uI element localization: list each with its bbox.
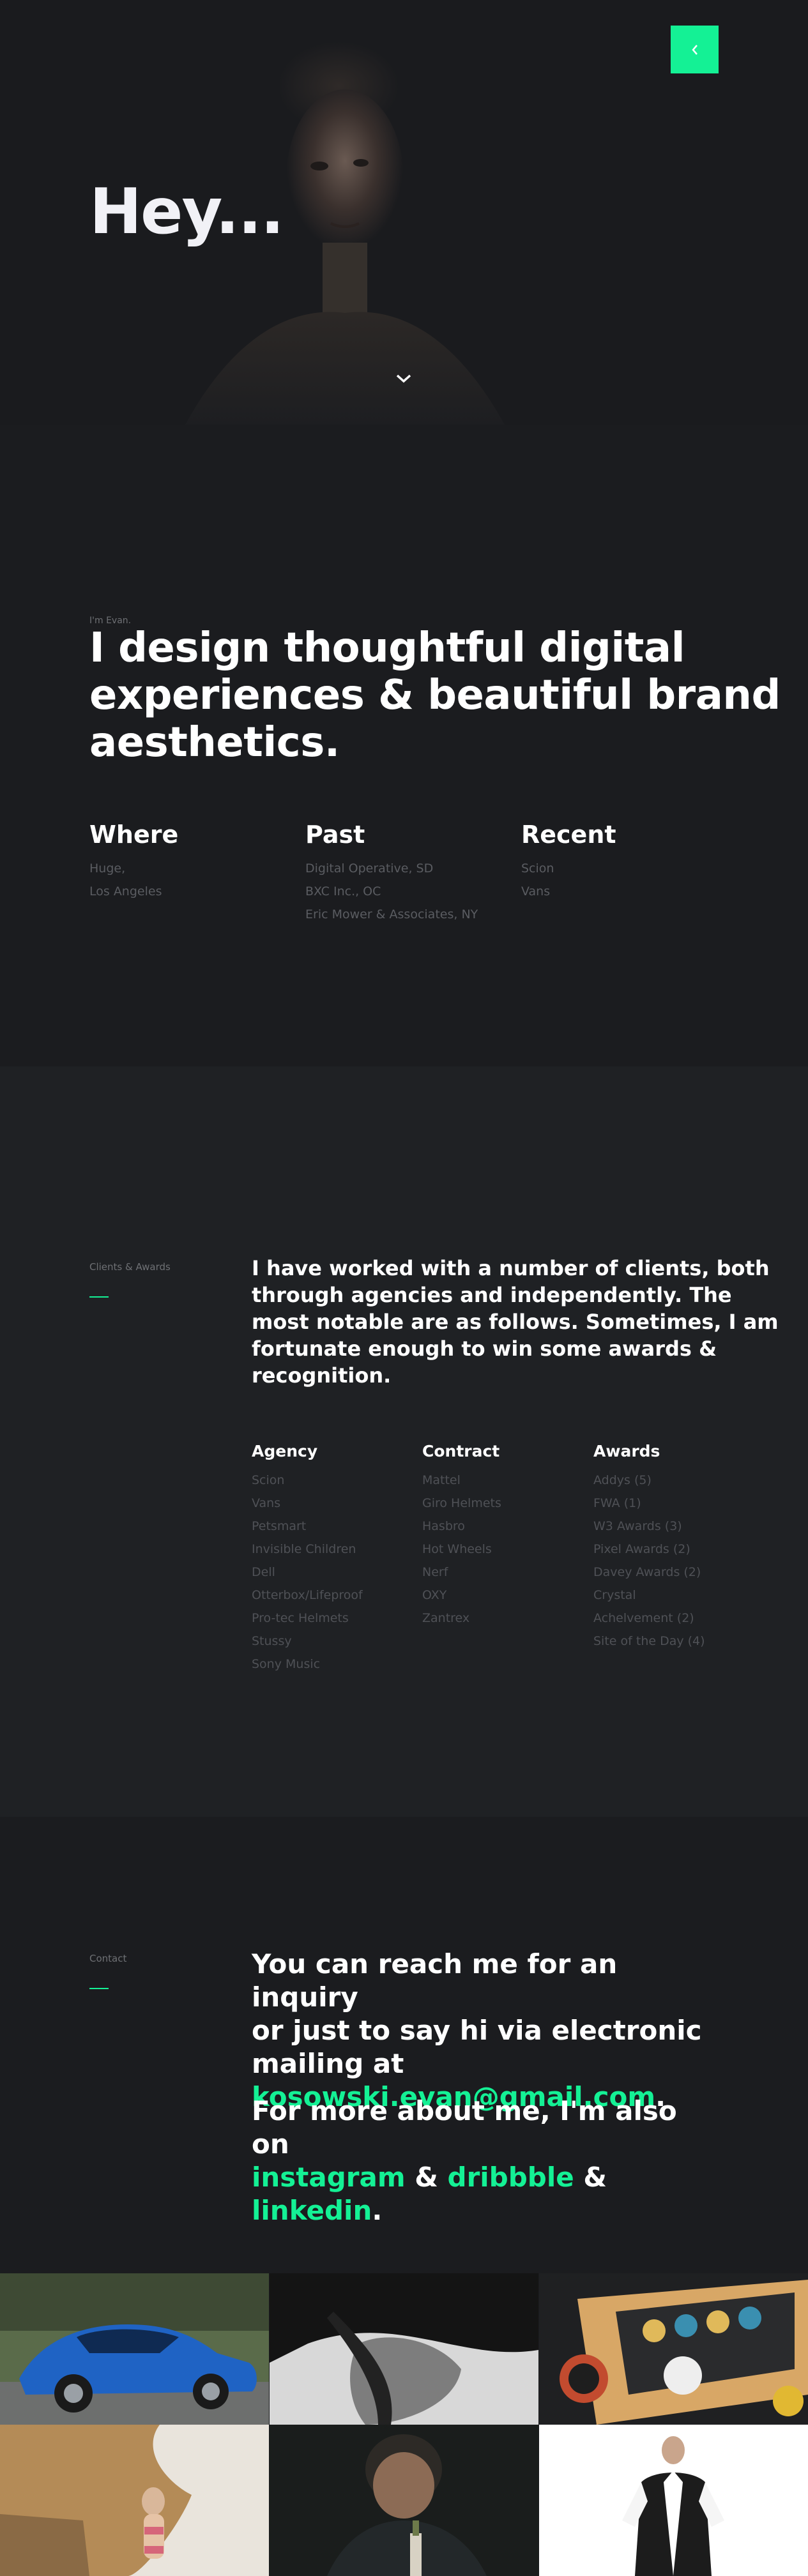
list-item: Digital Operative, SD bbox=[305, 861, 434, 875]
list-item: OXY bbox=[422, 1588, 447, 1602]
list-item: Sony Music bbox=[252, 1657, 321, 1671]
past-heading: Past bbox=[305, 821, 365, 849]
paragraph-line: through agencies and independently. The bbox=[252, 1283, 732, 1307]
gallery-tile-beach[interactable] bbox=[0, 2425, 269, 2576]
hero-title: Hey... bbox=[89, 176, 284, 248]
list-item: Mattel bbox=[422, 1473, 461, 1487]
headline-line: experiences & beautiful brand bbox=[89, 672, 781, 719]
contact-line: You can reach me for an inquiry bbox=[252, 1948, 618, 2013]
contact-line: or just to say hi via electronic bbox=[252, 2015, 702, 2046]
social-links-line: instagram & dribbble & linkedin. bbox=[252, 2161, 712, 2227]
beach-image bbox=[0, 2425, 269, 2576]
intro-headline: I design thoughtful digital experiences … bbox=[89, 625, 781, 766]
list-item: Huge, bbox=[89, 861, 126, 875]
list-item: Pixel Awards (2) bbox=[593, 1542, 690, 1556]
paragraph-line: recognition. bbox=[252, 1363, 392, 1388]
gallery-section bbox=[0, 2273, 808, 2576]
contact-section: Contact You can reach me for an inquiry … bbox=[0, 1817, 808, 2273]
list-item: Achelvement (2) bbox=[593, 1611, 694, 1625]
contract-list: Mattel Giro Helmets Hasbro Hot Wheels Ne… bbox=[422, 1469, 501, 1630]
clients-label: Clients & Awards bbox=[89, 1261, 171, 1273]
list-item: W3 Awards (3) bbox=[593, 1519, 682, 1533]
list-item: Addys (5) bbox=[593, 1473, 652, 1487]
contact-paragraph: You can reach me for an inquiry or just … bbox=[252, 1948, 712, 2114]
headline-line: aesthetics. bbox=[89, 719, 340, 766]
list-item: Davey Awards (2) bbox=[593, 1565, 701, 1579]
list-item: Otterbox/Lifeproof bbox=[252, 1588, 363, 1602]
musician-image bbox=[270, 2425, 538, 2576]
list-item: Pro-tec Helmets bbox=[252, 1611, 349, 1625]
back-button[interactable] bbox=[671, 26, 719, 73]
list-item: Nerf bbox=[422, 1565, 448, 1579]
period-text: . bbox=[372, 2195, 383, 2226]
where-heading: Where bbox=[89, 821, 179, 849]
list-item: Hasbro bbox=[422, 1519, 465, 1533]
list-item: Site of the Day (4) bbox=[593, 1634, 705, 1648]
clients-section: Clients & Awards I have worked with a nu… bbox=[0, 1066, 808, 1817]
gallery-tile-portrait-bw[interactable] bbox=[270, 2273, 538, 2425]
ampersand-text: & bbox=[415, 2162, 438, 2193]
clients-accent-line bbox=[89, 1296, 109, 1298]
scroll-down-button[interactable] bbox=[392, 369, 415, 388]
chevron-left-icon bbox=[691, 44, 697, 55]
agency-heading: Agency bbox=[252, 1442, 318, 1460]
list-item: Zantrex bbox=[422, 1611, 470, 1625]
awards-heading: Awards bbox=[593, 1442, 660, 1460]
paragraph-line: I have worked with a number of clients, … bbox=[252, 1256, 770, 1280]
list-item: Giro Helmets bbox=[422, 1496, 501, 1510]
list-item: Stussy bbox=[252, 1634, 292, 1648]
list-item: Scion bbox=[252, 1473, 285, 1487]
list-item: Eric Mower & Associates, NY bbox=[305, 907, 478, 921]
dribbble-link[interactable]: dribbble bbox=[448, 2162, 574, 2193]
about-section: I'm Evan. I design thoughtful digital ex… bbox=[0, 425, 808, 1066]
where-list: Huge, Los Angeles bbox=[89, 857, 162, 903]
product-image bbox=[539, 2273, 808, 2425]
apparel-image bbox=[539, 2425, 808, 2576]
clients-paragraph: I have worked with a number of clients, … bbox=[252, 1255, 779, 1389]
contract-heading: Contract bbox=[422, 1442, 500, 1460]
contact-line: For more about me, I'm also on bbox=[252, 2095, 677, 2160]
past-list: Digital Operative, SD BXC Inc., OC Eric … bbox=[305, 857, 478, 926]
social-paragraph: For more about me, I'm also on instagram… bbox=[252, 2095, 712, 2227]
car-image bbox=[0, 2273, 269, 2425]
agency-list: Scion Vans Petsmart Invisible Children D… bbox=[252, 1469, 363, 1676]
list-item: Crystal bbox=[593, 1588, 636, 1602]
gallery-tile-car[interactable] bbox=[0, 2273, 269, 2425]
list-item: Scion bbox=[521, 861, 554, 875]
recent-list: Scion Vans bbox=[521, 857, 554, 903]
portrait-bw-image bbox=[270, 2273, 538, 2425]
contact-label: Contact bbox=[89, 1953, 127, 1964]
list-item: FWA (1) bbox=[593, 1496, 641, 1510]
list-item: Hot Wheels bbox=[422, 1542, 492, 1556]
gallery-tile-apparel[interactable] bbox=[539, 2425, 808, 2576]
list-item: Vans bbox=[521, 884, 551, 898]
awards-list: Addys (5) FWA (1) W3 Awards (3) Pixel Aw… bbox=[593, 1469, 705, 1653]
list-item: Dell bbox=[252, 1565, 275, 1579]
contact-accent-line bbox=[89, 1988, 109, 1989]
chevron-down-icon bbox=[396, 374, 411, 383]
contact-line: mailing at bbox=[252, 2048, 404, 2079]
headline-line: I design thoughtful digital bbox=[89, 625, 685, 672]
list-item: Invisible Children bbox=[252, 1542, 356, 1556]
ampersand-text: & bbox=[583, 2162, 607, 2193]
paragraph-line: most notable are as follows. Sometimes, … bbox=[252, 1310, 779, 1334]
gallery-tile-musician[interactable] bbox=[270, 2425, 538, 2576]
list-item: Vans bbox=[252, 1496, 281, 1510]
list-item: Petsmart bbox=[252, 1519, 307, 1533]
paragraph-line: fortunate enough to win some awards & bbox=[252, 1337, 717, 1361]
list-item: BXC Inc., OC bbox=[305, 884, 381, 898]
instagram-link[interactable]: instagram bbox=[252, 2162, 406, 2193]
linkedin-link[interactable]: linkedin bbox=[252, 2195, 372, 2226]
recent-heading: Recent bbox=[521, 821, 616, 849]
gallery-tile-product[interactable] bbox=[539, 2273, 808, 2425]
hero-section: Hey... bbox=[0, 0, 808, 425]
list-item: Los Angeles bbox=[89, 884, 162, 898]
